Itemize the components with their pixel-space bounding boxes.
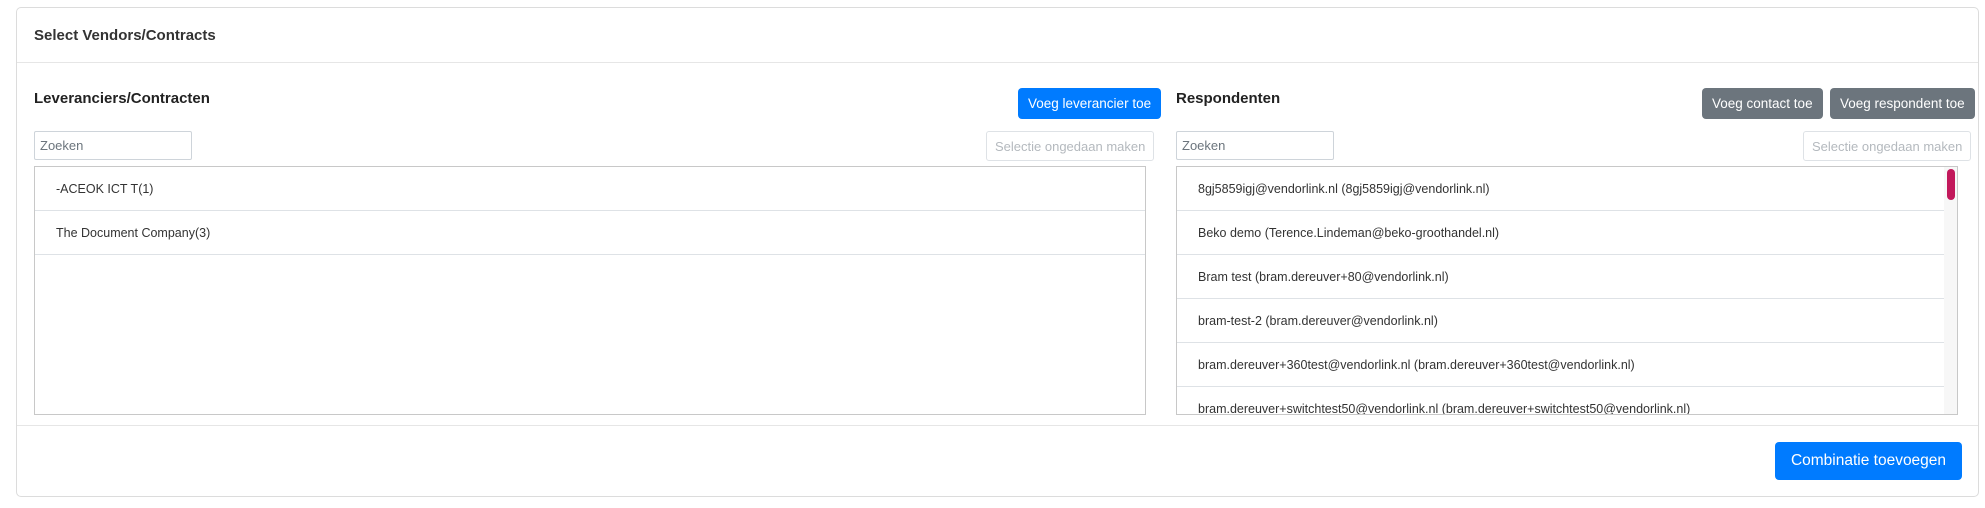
vendor-list: -ACEOK ICT T(1) The Document Company(3) [34, 166, 1146, 415]
vendor-clear-selection-button[interactable]: Selectie ongedaan maken [986, 131, 1155, 161]
respondent-list: 8gj5859igj@vendorlink.nl (8gj5859igj@ven… [1176, 166, 1958, 415]
add-vendor-button[interactable]: Voeg leverancier toe [1018, 88, 1162, 119]
card-title: Select Vendors/Contracts [17, 8, 1978, 63]
vendor-search-input[interactable] [34, 131, 192, 160]
add-combination-button[interactable]: Combinatie toevoegen [1775, 442, 1962, 480]
vendors-title: Leveranciers/Contracten [34, 90, 210, 107]
list-item[interactable]: The Document Company(3) [35, 211, 1145, 255]
respondents-title: Respondenten [1176, 90, 1281, 107]
list-item[interactable]: bram-test-2 (bram.dereuver@vendorlink.nl… [1177, 299, 1957, 343]
respondent-clear-selection-button[interactable]: Selectie ongedaan maken [1803, 131, 1972, 161]
respondent-search-input[interactable] [1176, 131, 1334, 160]
list-item[interactable]: -ACEOK ICT T(1) [35, 167, 1145, 211]
scrollbar-thumb[interactable] [1947, 169, 1955, 200]
list-item[interactable]: 8gj5859igj@vendorlink.nl (8gj5859igj@ven… [1177, 167, 1957, 211]
respondent-list-scrollbar[interactable] [1944, 167, 1957, 414]
list-item[interactable]: bram.dereuver+switchtest50@vendorlink.nl… [1177, 387, 1957, 414]
add-respondent-button[interactable]: Voeg respondent toe [1830, 88, 1975, 119]
select-vendors-card: Select Vendors/Contracts Leveranciers/Co… [16, 7, 1979, 497]
add-contact-button[interactable]: Voeg contact toe [1702, 88, 1823, 119]
list-item[interactable]: Beko demo (Terence.Lindeman@beko-grootha… [1177, 211, 1957, 255]
footer-divider [17, 425, 1978, 426]
list-item[interactable]: Bram test (bram.dereuver+80@vendorlink.n… [1177, 255, 1957, 299]
list-item[interactable]: bram.dereuver+360test@vendorlink.nl (bra… [1177, 343, 1957, 387]
